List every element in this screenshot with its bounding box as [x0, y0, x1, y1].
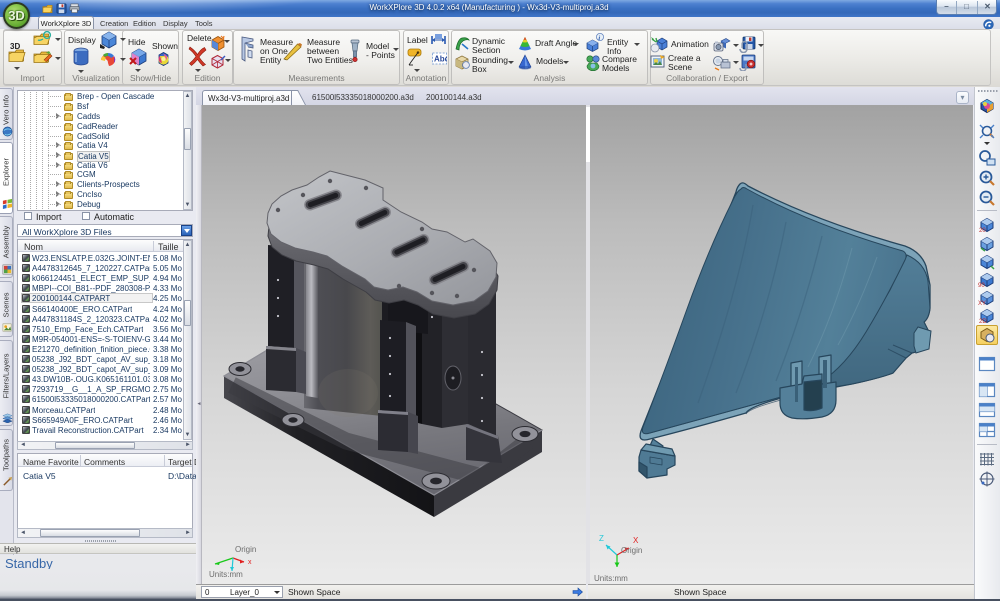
- svg-text:Origin: Origin: [621, 546, 642, 555]
- svg-text:X: X: [633, 536, 639, 545]
- svg-text:20: 20: [979, 228, 986, 234]
- svg-text:x: x: [248, 559, 252, 566]
- svg-text:Units:mm: Units:mm: [594, 574, 628, 583]
- svg-text:Z: Z: [599, 534, 604, 543]
- svg-text:Abc: Abc: [434, 55, 447, 64]
- svg-text:i: i: [598, 35, 600, 42]
- svg-text:Origin: Origin: [235, 545, 256, 554]
- svg-text:Units:mm: Units:mm: [209, 570, 243, 579]
